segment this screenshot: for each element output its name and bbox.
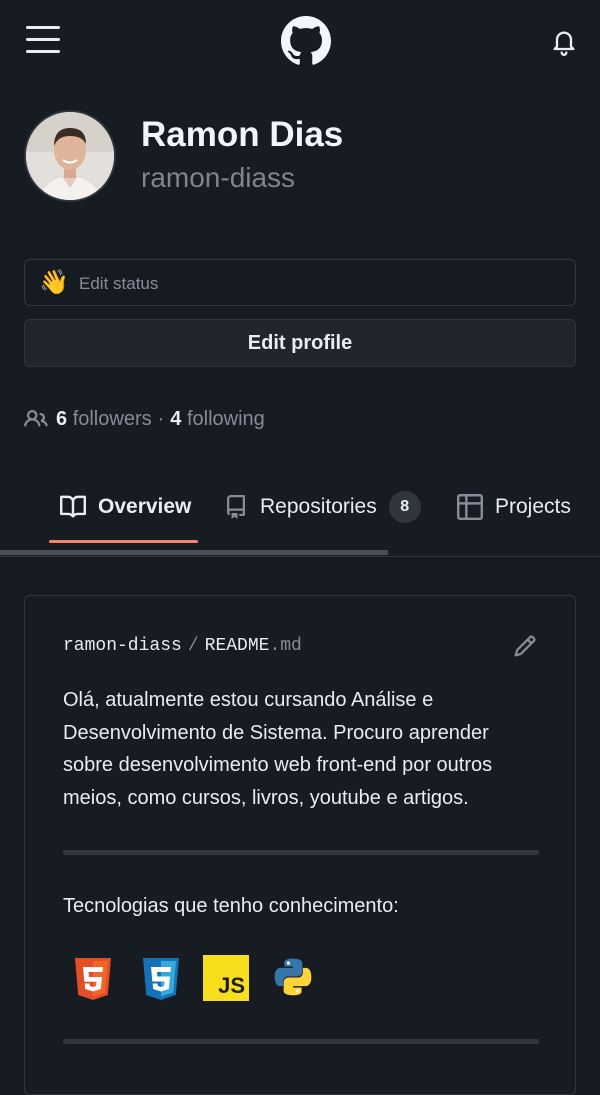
people-icon (24, 409, 48, 427)
tabs-divider (0, 556, 600, 557)
hamburger-icon (26, 26, 60, 29)
menu-button[interactable] (26, 26, 60, 56)
github-logo-icon[interactable] (281, 16, 331, 66)
readme-owner-link[interactable]: ramon-diass (63, 636, 182, 656)
readme-file-ext: .md (269, 636, 302, 656)
waving-hand-icon: 👋 (39, 269, 69, 296)
stats-separator: · (157, 407, 165, 430)
followers-label: followers (72, 407, 152, 430)
follow-stats: 6 followers · 4 following (24, 405, 265, 433)
tab-overview-label: Overview (98, 495, 192, 518)
status-placeholder: Edit status (79, 274, 159, 293)
table-icon (457, 494, 483, 520)
following-count: 4 (170, 407, 182, 430)
readme-path: ramon-diass / README.md (63, 636, 302, 656)
edit-status-button[interactable]: 👋 Edit status (24, 259, 576, 306)
tab-projects-label: Projects (495, 495, 571, 518)
book-icon (60, 495, 86, 518)
selected-tab-indicator (49, 540, 198, 543)
edit-profile-button[interactable]: Edit profile (24, 319, 576, 367)
pencil-icon[interactable] (513, 634, 539, 660)
javascript-icon: JS (203, 955, 249, 1001)
tab-projects[interactable]: Projects (457, 488, 571, 526)
followers-link[interactable]: 6 followers (56, 408, 152, 431)
hamburger-icon-line (26, 50, 60, 53)
profile-name: Ramon Dias (141, 115, 344, 154)
python-icon (271, 955, 319, 1003)
css3-icon (137, 955, 185, 1003)
profile-login: ramon-diass (141, 162, 296, 193)
bell-icon[interactable] (550, 28, 578, 56)
path-separator: / (187, 636, 199, 656)
tab-repositories-label: Repositories (260, 495, 377, 518)
tab-repositories[interactable]: Repositories 8 (224, 488, 421, 526)
tech-heading: Tecnologias que tenho conhecimento: (63, 895, 399, 917)
tabs-scrollbar[interactable] (0, 550, 388, 555)
following-link[interactable]: 4 following (170, 408, 265, 431)
readme-file-name: README (204, 636, 270, 656)
tab-overview[interactable]: Overview (60, 488, 191, 526)
html5-icon (69, 955, 117, 1003)
hamburger-icon-line (26, 38, 60, 41)
followers-count: 6 (56, 407, 68, 430)
divider (63, 850, 539, 855)
readme-card: ramon-diass / README.md Olá, atualmente es… (24, 595, 576, 1095)
repo-icon (227, 495, 245, 519)
repositories-counter: 8 (388, 491, 421, 523)
js-badge-text: JS (218, 973, 245, 998)
avatar[interactable] (24, 110, 116, 202)
following-label: following (186, 407, 265, 430)
divider (63, 1039, 539, 1044)
readme-text: Olá, atualmente estou cursando Análise e… (63, 689, 493, 809)
